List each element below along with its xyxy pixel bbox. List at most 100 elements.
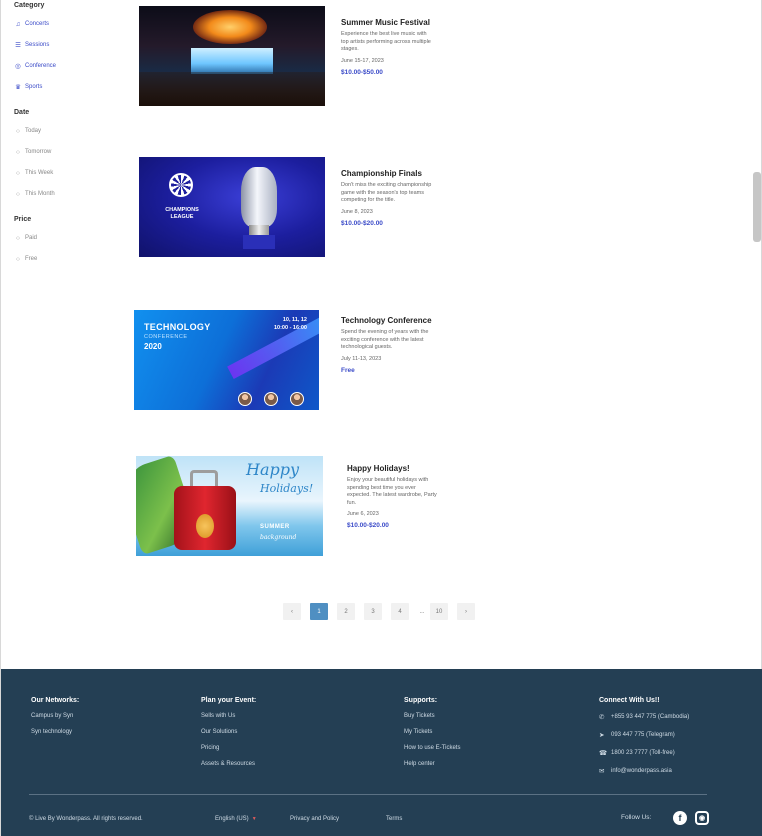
radio-icon: ○ bbox=[16, 169, 20, 177]
event-title[interactable]: Technology Conference bbox=[341, 316, 433, 325]
footer-connect-title: Connect With Us!! bbox=[599, 697, 660, 704]
category-label: Concerts bbox=[25, 21, 50, 27]
pagination-next-button[interactable]: › bbox=[457, 603, 475, 620]
banner-subtitle-2: background bbox=[260, 534, 297, 541]
contact-text: info@wonderpass.asia bbox=[611, 768, 672, 774]
footer-link[interactable]: Buy Tickets bbox=[404, 713, 460, 719]
chat-icon: ☰ bbox=[15, 42, 21, 49]
event-image-holiday[interactable]: Happy Holidays! SUMMER background bbox=[136, 456, 323, 556]
event-description: Spend the evening of years with the exci… bbox=[341, 329, 429, 350]
footer-networks: Our Networks: Campus by Syn Syn technolo… bbox=[31, 697, 79, 745]
chevron-down-icon: ▼ bbox=[251, 816, 257, 822]
globe-icon: ◎ bbox=[15, 63, 21, 70]
trophy-shape bbox=[241, 167, 277, 227]
copyright: © Live By Wonderpass. All rights reserve… bbox=[29, 816, 143, 822]
event-title[interactable]: Championship Finals bbox=[341, 169, 433, 178]
event-image-technology[interactable]: TECHNOLOGY CONFERENCE 2020 10, 11, 12 10:… bbox=[134, 310, 319, 410]
date-option-tomorrow[interactable]: ○ Tomorrow bbox=[14, 146, 124, 158]
date-option-today[interactable]: ○ Today bbox=[14, 125, 124, 137]
event-card[interactable]: CHAMPIONS LEAGUE Championship Finals Don'… bbox=[139, 157, 433, 257]
contact-email[interactable]: ✉ info@wonderpass.asia bbox=[599, 767, 689, 775]
contact-hotline[interactable]: ☎ 1800 23 7777 (Toll-free) bbox=[599, 749, 689, 757]
radio-icon: ○ bbox=[16, 255, 20, 263]
pagination-page-4[interactable]: 4 bbox=[391, 603, 409, 620]
language-select[interactable]: English (US) ▼ bbox=[215, 816, 257, 822]
price-option-free[interactable]: ○ Free bbox=[14, 253, 124, 265]
date-option-this-week[interactable]: ○ This Week bbox=[14, 167, 124, 179]
date-option-label: Tomorrow bbox=[25, 149, 52, 155]
pagination-page-1[interactable]: 1 bbox=[310, 603, 328, 620]
price-filter-title: Price bbox=[14, 216, 32, 223]
footer-link[interactable]: Campus by Syn bbox=[31, 713, 79, 719]
terms-link[interactable]: Terms bbox=[386, 816, 402, 822]
pagination-ellipsis: ... bbox=[419, 608, 425, 615]
event-card[interactable]: Happy Holidays! SUMMER background Happy … bbox=[136, 456, 439, 556]
footer-link[interactable]: My Tickets bbox=[404, 729, 460, 735]
footer-plan-title: Plan your Event: bbox=[201, 697, 257, 704]
contact-phone[interactable]: ✆ +855 93 447 775 (Cambodia) bbox=[599, 713, 689, 721]
footer-link[interactable]: Our Solutions bbox=[201, 729, 256, 735]
footer-link[interactable]: Assets & Resources bbox=[201, 761, 256, 767]
price-option-label: Free bbox=[25, 256, 38, 262]
banner-title: TECHNOLOGY bbox=[144, 322, 211, 332]
event-description: Experience the best live music with top … bbox=[341, 31, 431, 52]
footer-plan: Plan your Event: Sells with Us Our Solut… bbox=[201, 697, 256, 777]
telegram-icon: ➤ bbox=[599, 732, 605, 739]
category-sports[interactable]: ♛ Sports bbox=[14, 81, 124, 93]
footer-divider bbox=[29, 794, 707, 795]
event-info: Technology Conference Spend the evening … bbox=[341, 310, 433, 410]
date-filter: Date ○ Today ○ Tomorrow ○ This Week ○ This M… bbox=[14, 109, 124, 200]
event-description: Don't miss the exciting championship gam… bbox=[341, 182, 432, 203]
event-description: Enjoy your beautiful holidays with spend… bbox=[347, 477, 437, 506]
pagination-page-last[interactable]: 10 bbox=[430, 603, 448, 620]
phone-icon: ✆ bbox=[599, 714, 605, 721]
event-info: Championship Finals Don't miss the excit… bbox=[341, 157, 433, 257]
date-option-label: This Week bbox=[25, 170, 54, 176]
contact-telegram[interactable]: ➤ 093 447 775 (Telegram) bbox=[599, 731, 689, 739]
pagination-prev-button[interactable]: ‹ bbox=[283, 603, 301, 620]
event-card[interactable]: TECHNOLOGY CONFERENCE 2020 10, 11, 12 10:… bbox=[134, 310, 433, 410]
category-label: Conference bbox=[25, 63, 57, 69]
event-card[interactable]: Summer Music Festival Experience the bes… bbox=[139, 6, 433, 106]
stage-lights-shape bbox=[191, 48, 273, 74]
facebook-icon[interactable]: f bbox=[673, 811, 687, 825]
privacy-link[interactable]: Privacy and Policy bbox=[290, 816, 339, 822]
price-option-paid[interactable]: ○ Paid bbox=[14, 232, 124, 244]
event-title[interactable]: Happy Holidays! bbox=[347, 464, 439, 473]
mail-icon: ✉ bbox=[599, 768, 605, 775]
speaker-avatar bbox=[238, 392, 252, 406]
date-option-this-month[interactable]: ○ This Month bbox=[14, 188, 124, 200]
price-filter: Price ○ Paid ○ Free bbox=[14, 216, 124, 265]
event-title[interactable]: Summer Music Festival bbox=[341, 18, 433, 27]
music-icon: ♫ bbox=[15, 20, 21, 28]
category-concerts[interactable]: ♫ Concerts bbox=[14, 18, 124, 30]
instagram-icon[interactable]: ◉ bbox=[695, 811, 709, 825]
page-scrollbar[interactable] bbox=[753, 172, 761, 242]
banner-subtitle: SUMMER bbox=[260, 524, 290, 530]
footer-link[interactable]: How to use E-Tickets bbox=[404, 745, 460, 751]
events-page: Category ♫ Concerts ☰ Sessions ◎ Conference… bbox=[0, 0, 762, 836]
event-image-festival[interactable] bbox=[139, 6, 325, 106]
footer-link[interactable]: Syn technology bbox=[31, 729, 79, 735]
footer-link[interactable]: Sells with Us bbox=[201, 713, 256, 719]
price-option-label: Paid bbox=[25, 235, 38, 241]
logo-wordmark: CHAMPIONS LEAGUE bbox=[165, 207, 199, 220]
pagination-page-3[interactable]: 3 bbox=[364, 603, 382, 620]
event-image-championship[interactable]: CHAMPIONS LEAGUE bbox=[139, 157, 325, 257]
banner-time-text: 10:00 - 16:00 bbox=[273, 325, 307, 331]
footer-link[interactable]: Help center bbox=[404, 761, 460, 767]
footer-supports: Supports: Buy Tickets My Tickets How to … bbox=[404, 697, 460, 777]
starball-logo bbox=[169, 173, 193, 197]
event-price: Free bbox=[341, 366, 355, 374]
filter-sidebar: Category ♫ Concerts ☰ Sessions ◎ Conference… bbox=[14, 2, 124, 281]
banner-subtitle: CONFERENCE bbox=[144, 334, 188, 340]
speaker-avatar bbox=[264, 392, 278, 406]
pagination-page-2[interactable]: 2 bbox=[337, 603, 355, 620]
category-filter-title: Category bbox=[14, 2, 45, 9]
footer-connect: Connect With Us!! ✆ +855 93 447 775 (Camb… bbox=[599, 697, 689, 785]
category-conference[interactable]: ◎ Conference bbox=[14, 60, 124, 72]
category-sessions[interactable]: ☰ Sessions bbox=[14, 39, 124, 51]
category-label: Sessions bbox=[25, 42, 50, 48]
footer-link[interactable]: Pricing bbox=[201, 745, 256, 751]
event-price: $10.00-$20.00 bbox=[347, 522, 389, 529]
